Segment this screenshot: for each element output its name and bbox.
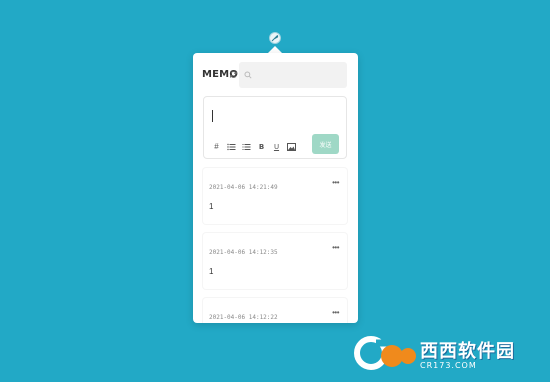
watermark-en: CR173.COM: [420, 360, 477, 370]
ordered-list-icon[interactable]: [242, 142, 251, 151]
sync-icon[interactable]: [229, 70, 238, 79]
watermark-cn: 西西软件园: [420, 340, 515, 362]
more-options-button[interactable]: •••: [332, 308, 339, 317]
memo-content: 1: [209, 202, 214, 211]
memo-card: 2021-04-06 14:12:22 •••: [203, 298, 347, 323]
memo-timestamp: 2021-04-06 14:12:35: [209, 249, 278, 256]
watermark: 西西软件园 CR173.COM: [354, 334, 530, 372]
memo-timestamp: 2021-04-06 14:21:49: [209, 184, 278, 191]
more-options-button[interactable]: •••: [332, 243, 339, 252]
editor-toolbar: # B U: [212, 142, 296, 151]
underline-button[interactable]: U: [272, 142, 281, 151]
extension-icon[interactable]: [269, 32, 281, 44]
memo-content: 1: [209, 267, 214, 276]
search-icon: [244, 71, 252, 79]
memo-editor[interactable]: # B U 发送: [203, 96, 347, 159]
search-box[interactable]: [239, 62, 347, 88]
memo-popup: MEMO # B U 发送 2021-04-06 14:21:49 ••• 1 …: [193, 53, 358, 323]
search-input[interactable]: [255, 66, 345, 84]
memo-card: 2021-04-06 14:21:49 ••• 1: [203, 168, 347, 224]
bold-button[interactable]: B: [257, 142, 266, 151]
watermark-logo-icon: [354, 336, 416, 370]
feather-icon: [271, 35, 279, 42]
more-options-button[interactable]: •••: [332, 178, 339, 187]
send-button[interactable]: 发送: [312, 134, 339, 154]
unordered-list-icon[interactable]: [227, 142, 236, 151]
memo-timestamp: 2021-04-06 14:12:22: [209, 314, 278, 321]
popup-caret: [268, 46, 282, 53]
image-icon[interactable]: [287, 142, 296, 151]
tag-button[interactable]: #: [212, 142, 221, 151]
text-cursor: [212, 110, 213, 122]
header: MEMO: [193, 53, 358, 93]
memo-card: 2021-04-06 14:12:35 ••• 1: [203, 233, 347, 289]
